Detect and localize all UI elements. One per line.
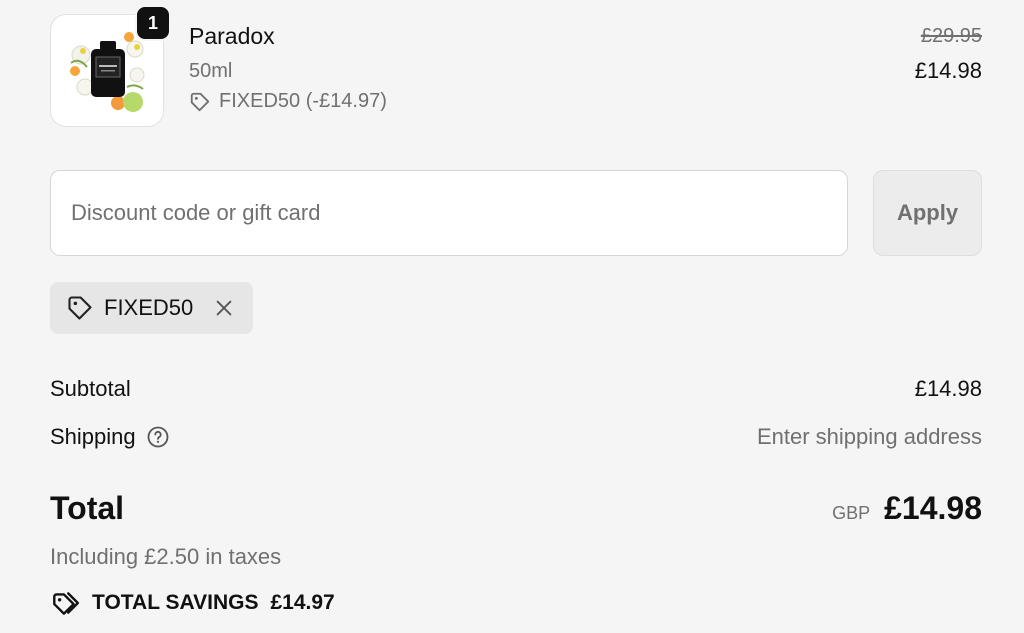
close-icon bbox=[216, 300, 232, 316]
original-price: £29.95 bbox=[920, 25, 982, 47]
taxes-note: Including £2.50 in taxes bbox=[50, 544, 282, 569]
question-circle-icon[interactable] bbox=[146, 425, 170, 449]
total-amount: GBP £14.98 bbox=[832, 490, 982, 527]
subtotal-label: Subtotal bbox=[50, 376, 131, 401]
product-name: Paradox bbox=[189, 23, 275, 49]
perfume-bottle-icon bbox=[70, 32, 145, 112]
product-discount: FIXED50 (-£14.97) bbox=[189, 90, 387, 113]
currency-code: GBP bbox=[832, 503, 871, 523]
savings-value: £14.97 bbox=[270, 591, 335, 614]
discounted-price: £14.98 bbox=[914, 58, 982, 83]
total-label: Total bbox=[50, 490, 125, 526]
shipping-row: Shipping bbox=[50, 424, 170, 450]
discount-code-input[interactable] bbox=[50, 170, 848, 256]
applied-code-label: FIXED50 bbox=[104, 295, 194, 320]
remove-discount-button[interactable] bbox=[213, 297, 235, 319]
subtotal-value: £14.98 bbox=[914, 376, 982, 401]
savings-label: TOTAL SAVINGS bbox=[92, 591, 259, 614]
apply-button[interactable]: Apply bbox=[873, 170, 982, 256]
total-value: £14.98 bbox=[884, 490, 982, 526]
savings-tags-icon bbox=[53, 592, 80, 615]
product-variant: 50ml bbox=[189, 60, 233, 82]
product-discount-label: FIXED50 (-£14.97) bbox=[219, 90, 387, 112]
applied-discount-chip: FIXED50 bbox=[50, 282, 253, 334]
quantity-badge: 1 bbox=[135, 5, 171, 41]
order-summary: 1 Paradox 50ml FIXED50 (-£14.97) £29.95 … bbox=[0, 0, 1024, 633]
tag-icon bbox=[190, 92, 210, 111]
total-savings: TOTAL SAVINGS £14.97 bbox=[50, 588, 335, 618]
shipping-label: Shipping bbox=[50, 424, 136, 449]
shipping-value: Enter shipping address bbox=[756, 424, 982, 449]
tag-icon bbox=[68, 296, 92, 320]
